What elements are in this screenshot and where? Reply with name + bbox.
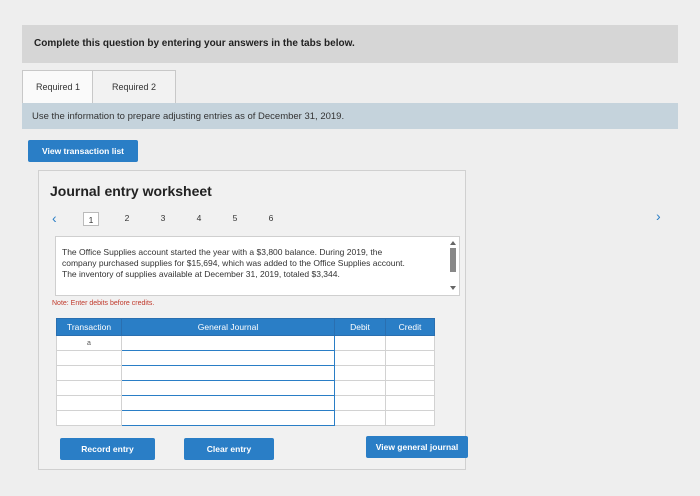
table-row [56, 350, 435, 366]
account-cell[interactable] [121, 335, 335, 351]
instruction-text: Complete this question by entering your … [34, 38, 355, 49]
debit-cell[interactable] [334, 395, 386, 411]
question-text: The Office Supplies account started the … [62, 247, 405, 279]
note-text: Note: Enter debits before credits. [52, 300, 155, 307]
info-text: Use the information to prepare adjusting… [32, 111, 345, 122]
button-label: Record entry [81, 444, 134, 454]
instruction-bar: Complete this question by entering your … [22, 25, 678, 63]
transaction-cell [56, 380, 122, 396]
page-5[interactable]: 5 [227, 213, 243, 223]
account-cell[interactable] [121, 380, 335, 396]
tab-required-2[interactable]: Required 2 [92, 70, 176, 103]
tab-label: Required 2 [111, 82, 157, 92]
credit-cell[interactable] [385, 335, 435, 351]
scrollbar[interactable] [449, 239, 457, 293]
table-row [56, 410, 435, 426]
info-bar: Use the information to prepare adjusting… [22, 103, 678, 129]
record-entry-button[interactable]: Record entry [60, 438, 155, 460]
table-header-row: Transaction General Journal Debit Credit [56, 318, 435, 336]
tab-strip: Required 1 Required 2 [22, 70, 678, 103]
page-1[interactable]: 1 [83, 212, 99, 226]
button-label: Clear entry [206, 444, 252, 454]
worksheet-title: Journal entry worksheet [50, 183, 212, 199]
debit-cell[interactable] [334, 380, 386, 396]
table-row [56, 380, 435, 396]
transaction-cell [56, 365, 122, 381]
debit-cell[interactable] [334, 335, 386, 351]
debit-cell[interactable] [334, 365, 386, 381]
prev-chevron-icon[interactable]: ‹ [52, 210, 57, 226]
next-chevron-icon[interactable]: › [656, 208, 661, 224]
transaction-cell [56, 410, 122, 426]
tab-required-1[interactable]: Required 1 [22, 70, 94, 103]
tab-label: Required 1 [35, 82, 81, 92]
page-6[interactable]: 6 [263, 213, 279, 223]
header-debit: Debit [334, 318, 386, 336]
debit-cell[interactable] [334, 350, 386, 366]
credit-cell[interactable] [385, 380, 435, 396]
view-general-journal-button[interactable]: View general journal [366, 436, 468, 458]
journal-table: Transaction General Journal Debit Credit… [56, 318, 435, 426]
page-2[interactable]: 2 [119, 213, 135, 223]
view-transaction-list-button[interactable]: View transaction list [28, 140, 138, 162]
credit-cell[interactable] [385, 350, 435, 366]
button-label: View general journal [375, 442, 459, 452]
transaction-cell [56, 350, 122, 366]
page-4[interactable]: 4 [191, 213, 207, 223]
clear-entry-button[interactable]: Clear entry [184, 438, 274, 460]
credit-cell[interactable] [385, 410, 435, 426]
header-transaction: Transaction [56, 318, 122, 336]
debit-cell[interactable] [334, 410, 386, 426]
table-row [56, 365, 435, 381]
page-3[interactable]: 3 [155, 213, 171, 223]
account-cell[interactable] [121, 395, 335, 411]
account-cell[interactable] [121, 350, 335, 366]
header-credit: Credit [385, 318, 435, 336]
table-row [56, 395, 435, 411]
credit-cell[interactable] [385, 395, 435, 411]
account-cell[interactable] [121, 410, 335, 426]
transaction-cell [56, 395, 122, 411]
question-box: The Office Supplies account started the … [55, 236, 460, 296]
transaction-cell: a [56, 335, 122, 351]
header-general-journal: General Journal [121, 318, 335, 336]
button-label: View transaction list [41, 146, 125, 156]
table-row: a [56, 335, 435, 351]
credit-cell[interactable] [385, 365, 435, 381]
account-cell[interactable] [121, 365, 335, 381]
